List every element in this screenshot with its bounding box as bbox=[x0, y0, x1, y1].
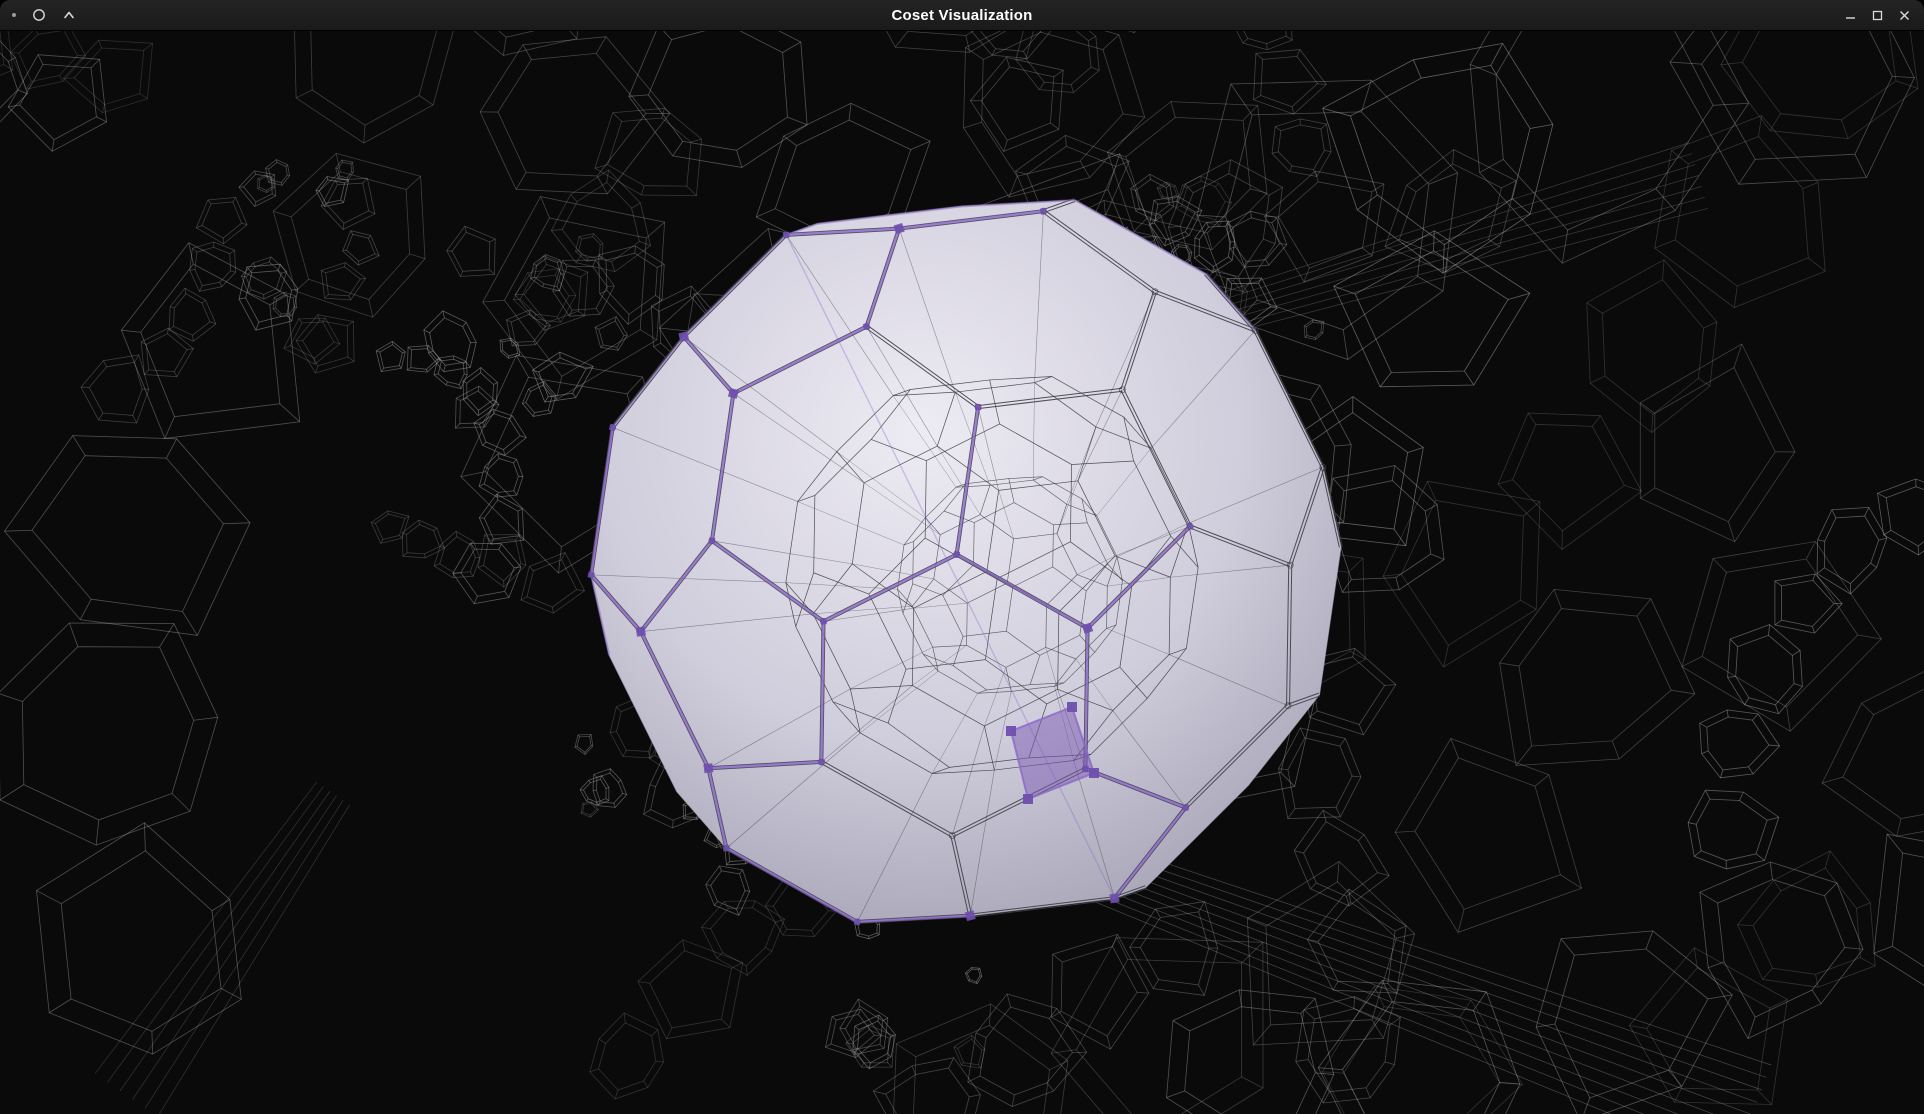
titlebar[interactable]: Coset Visualization bbox=[0, 0, 1924, 31]
chevron-up-icon bbox=[62, 8, 76, 22]
close-button[interactable] bbox=[1898, 9, 1911, 22]
minimize-icon bbox=[1844, 9, 1857, 22]
scene-canvas[interactable] bbox=[0, 31, 1924, 1114]
chevron-up-button[interactable] bbox=[62, 8, 76, 22]
close-icon bbox=[1898, 9, 1911, 22]
window-controls bbox=[1844, 9, 1924, 22]
circle-button[interactable] bbox=[32, 8, 46, 22]
circle-icon bbox=[32, 8, 46, 22]
app-window: Coset Visualization bbox=[0, 0, 1924, 1114]
window-title: Coset Visualization bbox=[0, 0, 1924, 30]
maximize-icon bbox=[1871, 9, 1884, 22]
maximize-button[interactable] bbox=[1871, 9, 1884, 22]
visualization-viewport[interactable] bbox=[0, 31, 1924, 1114]
minimize-button[interactable] bbox=[1844, 9, 1857, 22]
titlebar-left-controls bbox=[0, 8, 76, 22]
bullet-icon bbox=[12, 13, 16, 17]
